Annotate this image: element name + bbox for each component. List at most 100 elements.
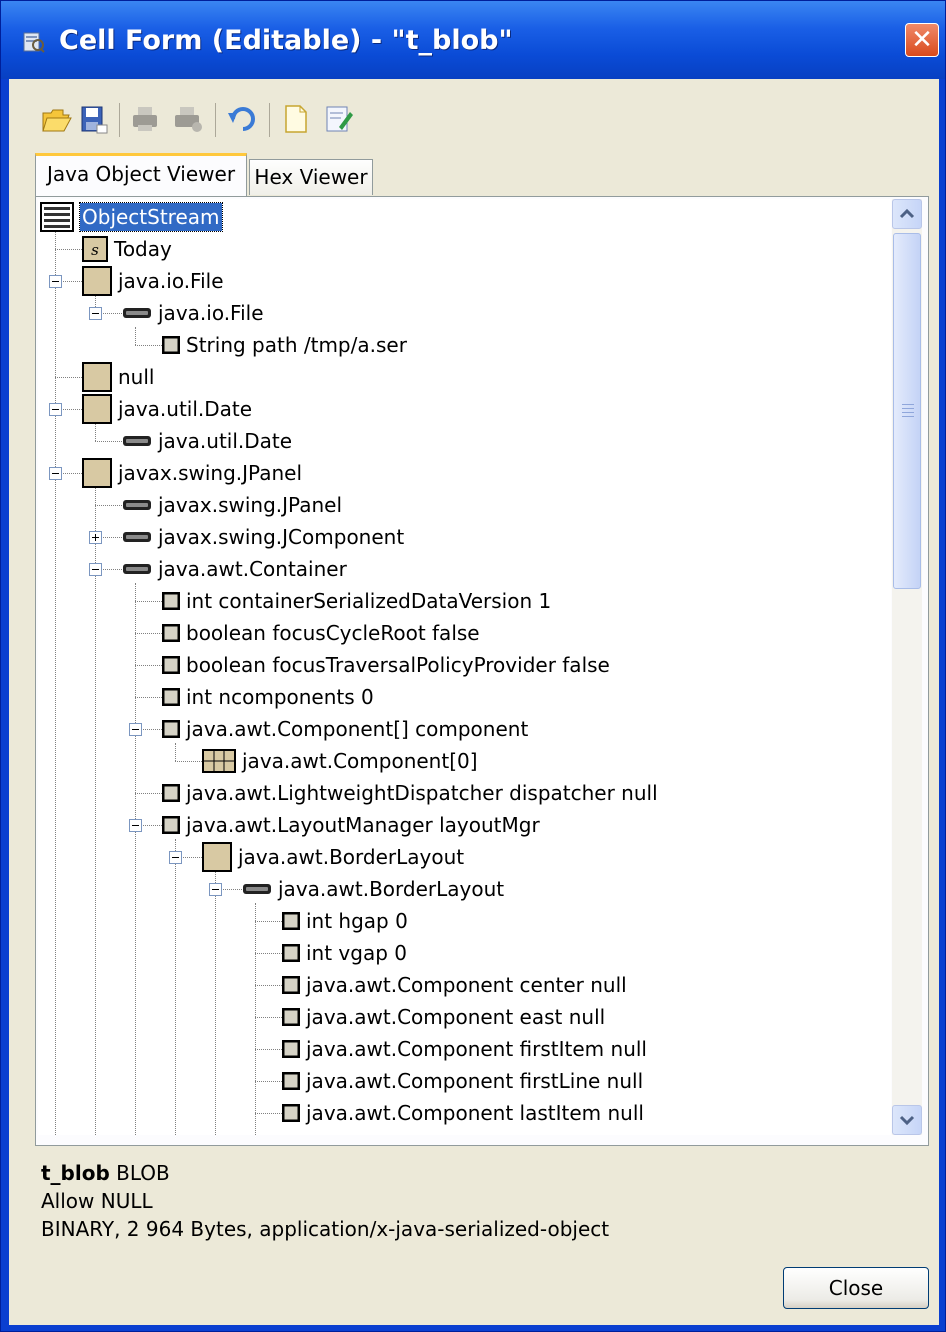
tree-node[interactable]: ObjectStream (38, 201, 891, 233)
class-icon (243, 884, 271, 894)
tree-node[interactable]: java.io.File (38, 297, 891, 329)
scroll-thumb[interactable] (893, 233, 921, 589)
collapse-toggle-icon[interactable] (129, 723, 142, 736)
collapse-toggle-icon[interactable] (49, 467, 62, 480)
tree-connector (175, 761, 204, 762)
window-close-button[interactable]: ✕ (905, 23, 939, 57)
print-icon[interactable] (129, 101, 163, 137)
tree-node-label: String path /tmp/a.ser (186, 333, 407, 357)
tree-connector (95, 505, 124, 506)
expand-toggle-icon[interactable] (89, 531, 102, 544)
collapse-toggle-icon[interactable] (49, 403, 62, 416)
field-icon (282, 912, 300, 930)
open-folder-icon[interactable] (39, 101, 73, 137)
svg-text:s: s (91, 241, 99, 259)
class-icon (123, 500, 151, 510)
new-document-icon[interactable] (279, 101, 313, 137)
class-icon (123, 532, 151, 542)
field-icon (162, 816, 180, 834)
tree-node[interactable]: java.awt.BorderLayout (38, 873, 891, 905)
tree-connector (135, 601, 164, 602)
tree-node-label: java.awt.Component center null (306, 973, 627, 997)
vertical-scrollbar[interactable] (892, 199, 922, 1135)
tree-node[interactable]: int containerSerializedDataVersion 1 (38, 585, 891, 617)
tree-node-label: java.awt.LightweightDispatcher dispatche… (186, 781, 658, 805)
tree-node[interactable]: java.awt.Component firstItem null (38, 1033, 891, 1065)
tree-node-label: java.awt.BorderLayout (278, 877, 505, 901)
collapse-toggle-icon[interactable] (49, 275, 62, 288)
tree-node-label: javax.swing.JComponent (158, 525, 405, 549)
tree-node[interactable]: String path /tmp/a.ser (38, 329, 891, 361)
close-button[interactable]: Close (783, 1267, 929, 1309)
tree-node[interactable]: int hgap 0 (38, 905, 891, 937)
print-preview-icon[interactable] (171, 101, 205, 137)
field-icon (282, 944, 300, 962)
tree-node[interactable]: int ncomponents 0 (38, 681, 891, 713)
title-bar[interactable]: Cell Form (Editable) - "t_blob" ✕ (1, 1, 945, 79)
tree-node-label: int hgap 0 (306, 909, 408, 933)
tree-node[interactable]: java.awt.Container (38, 553, 891, 585)
toolbar-separator (119, 103, 120, 137)
cell-form-icon (23, 32, 45, 53)
tree-node-label: int ncomponents 0 (186, 685, 374, 709)
column-name: t_blob (41, 1161, 110, 1185)
tree-node[interactable]: java.awt.BorderLayout (38, 841, 891, 873)
field-icon (162, 784, 180, 802)
tree-node-label: javax.swing.JPanel (158, 493, 343, 517)
tree-node[interactable]: javax.swing.JPanel (38, 489, 891, 521)
column-info: t_blob BLOB Allow NULL BINARY, 2 964 Byt… (41, 1159, 609, 1243)
tab-hex-viewer[interactable]: Hex Viewer (249, 159, 373, 195)
java-object-viewer-panel: ObjectStream s Today java.io.File java.io.Fi… (35, 196, 929, 1146)
tree-node[interactable]: boolean focusTraversalPolicyProvider fal… (38, 649, 891, 681)
tree-node[interactable]: s Today (38, 233, 891, 265)
tree-connector (255, 1017, 284, 1018)
tree-node-label: java.io.File (118, 269, 224, 293)
scroll-up-button[interactable] (892, 199, 922, 229)
tree-connector (255, 1049, 284, 1050)
tab-java-object-viewer[interactable]: Java Object Viewer (35, 153, 247, 197)
scroll-down-button[interactable] (892, 1105, 922, 1135)
object-icon (82, 362, 112, 392)
tree-node[interactable]: java.awt.Component lastLine null (38, 1129, 891, 1135)
tree-node[interactable]: java.awt.LightweightDispatcher dispatche… (38, 777, 891, 809)
collapse-toggle-icon[interactable] (89, 307, 102, 320)
chevron-down-icon (899, 1115, 915, 1126)
tree-connector (55, 377, 84, 378)
tree-node[interactable]: java.util.Date (38, 393, 891, 425)
tree-node[interactable]: javax.swing.JPanel (38, 457, 891, 489)
undo-icon[interactable] (225, 101, 259, 137)
field-icon (282, 976, 300, 994)
nullability: Allow NULL (41, 1189, 153, 1213)
collapse-toggle-icon[interactable] (89, 563, 102, 576)
field-icon (282, 1072, 300, 1090)
tree-node[interactable]: java.awt.LayoutManager layoutMgr (38, 809, 891, 841)
tree-node-label: java.awt.LayoutManager layoutMgr (186, 813, 540, 837)
tree-node[interactable]: java.awt.Component east null (38, 1001, 891, 1033)
tree-node[interactable]: java.awt.Component center null (38, 969, 891, 1001)
field-icon (162, 336, 180, 354)
tree-connector (135, 665, 164, 666)
tree-node[interactable]: boolean focusCycleRoot false (38, 617, 891, 649)
tree-node[interactable]: null (38, 361, 891, 393)
save-icon[interactable] (77, 101, 111, 137)
tree-node[interactable]: javax.swing.JComponent (38, 521, 891, 553)
tree-connector (255, 1113, 284, 1114)
tree-node-label: java.awt.Component firstLine null (306, 1069, 644, 1093)
chevron-up-icon (899, 208, 915, 219)
tree-node[interactable]: java.awt.Component firstLine null (38, 1065, 891, 1097)
edit-document-icon[interactable] (321, 101, 355, 137)
field-icon (162, 720, 180, 738)
field-icon (162, 688, 180, 706)
object-tree[interactable]: ObjectStream s Today java.io.File java.io.Fi… (38, 199, 891, 1135)
collapse-toggle-icon[interactable] (209, 883, 222, 896)
tree-node[interactable]: java.awt.Component[] component (38, 713, 891, 745)
tree-node[interactable]: java.awt.Component[0] (38, 745, 891, 777)
tree-node-label: java.awt.Component east null (306, 1005, 606, 1029)
tree-node[interactable]: java.awt.Component lastItem null (38, 1097, 891, 1129)
tree-node-label: null (118, 365, 155, 389)
collapse-toggle-icon[interactable] (129, 819, 142, 832)
tree-node[interactable]: java.io.File (38, 265, 891, 297)
collapse-toggle-icon[interactable] (169, 851, 182, 864)
tree-node[interactable]: java.util.Date (38, 425, 891, 457)
tree-node[interactable]: int vgap 0 (38, 937, 891, 969)
